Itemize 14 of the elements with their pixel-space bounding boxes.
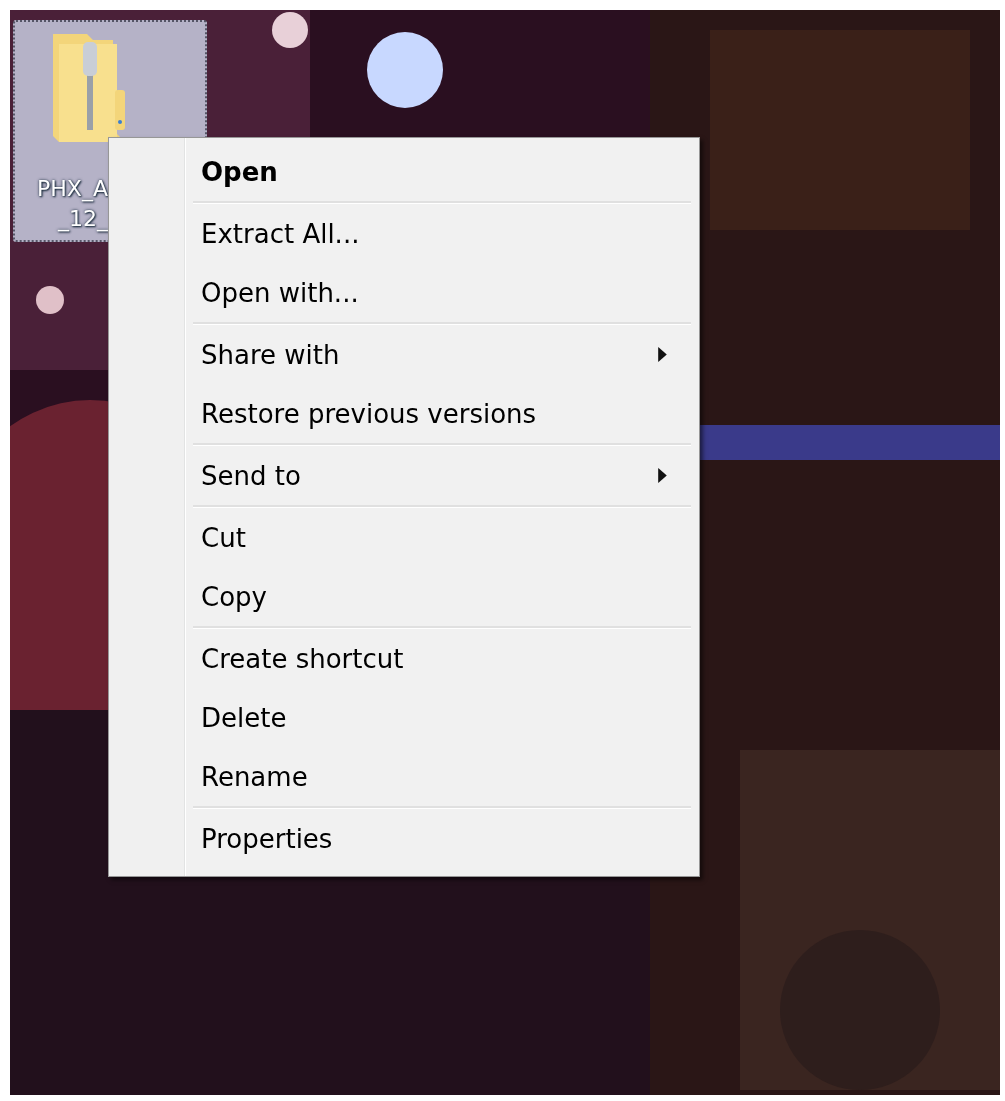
submenu-arrow-icon	[658, 347, 667, 362]
menu-item[interactable]: Properties	[113, 809, 695, 868]
menu-item[interactable]: Delete	[113, 688, 695, 747]
file-name: PHX_A	[37, 175, 108, 204]
menu-item[interactable]: Send to	[113, 446, 695, 505]
file-name: _12_	[58, 205, 108, 234]
menu-item[interactable]: Cut	[113, 508, 695, 567]
menu-item[interactable]: Rename	[113, 747, 695, 806]
menu-item[interactable]: Share with	[113, 325, 695, 384]
menu-item[interactable]: Open with...	[113, 263, 695, 322]
menu-item[interactable]: Copy	[113, 567, 695, 626]
submenu-arrow-icon	[658, 468, 667, 483]
menu-item[interactable]: Create shortcut	[113, 629, 695, 688]
menu-item[interactable]: Restore previous versions	[113, 384, 695, 443]
